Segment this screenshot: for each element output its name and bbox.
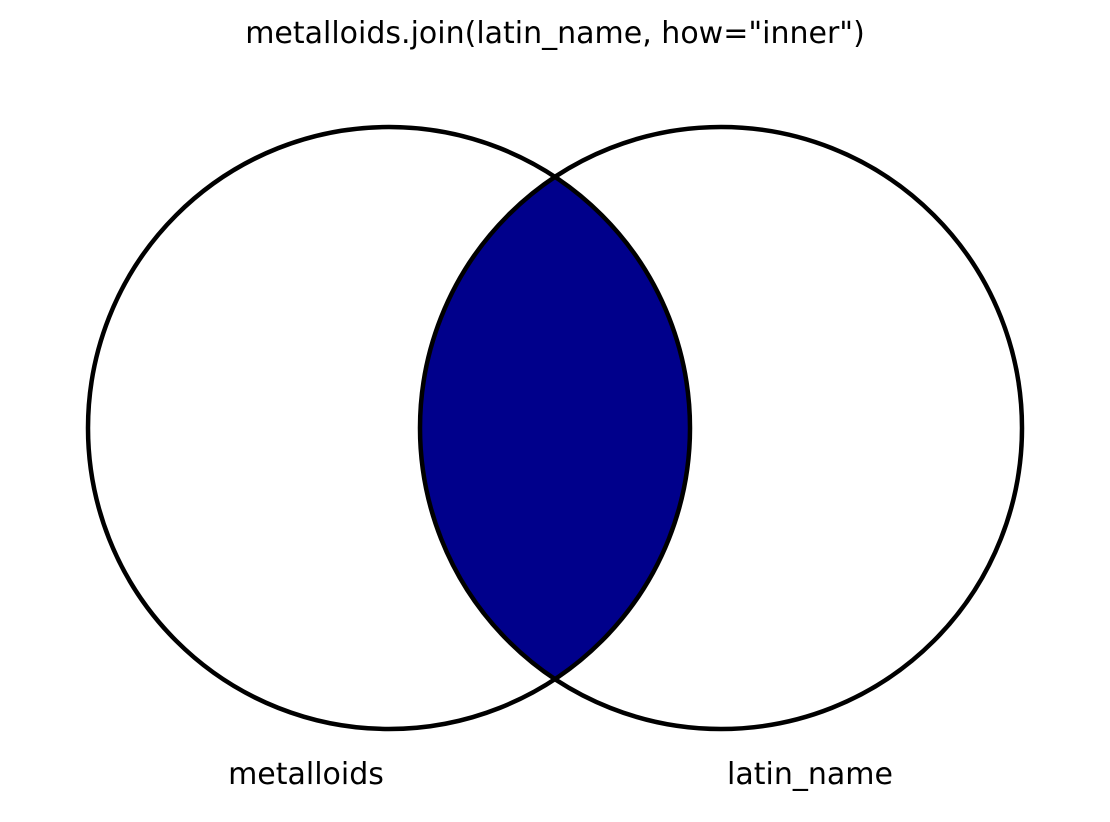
intersection-region	[420, 127, 690, 729]
left-set-label: metalloids	[228, 757, 384, 792]
venn-diagram: metalloids.join(latin_name, how="inner")…	[85, 16, 1025, 792]
right-set-label: latin_name	[727, 757, 893, 792]
venn-diagram-figure: metalloids.join(latin_name, how="inner")…	[0, 0, 1110, 817]
diagram-title: metalloids.join(latin_name, how="inner")	[245, 16, 865, 51]
